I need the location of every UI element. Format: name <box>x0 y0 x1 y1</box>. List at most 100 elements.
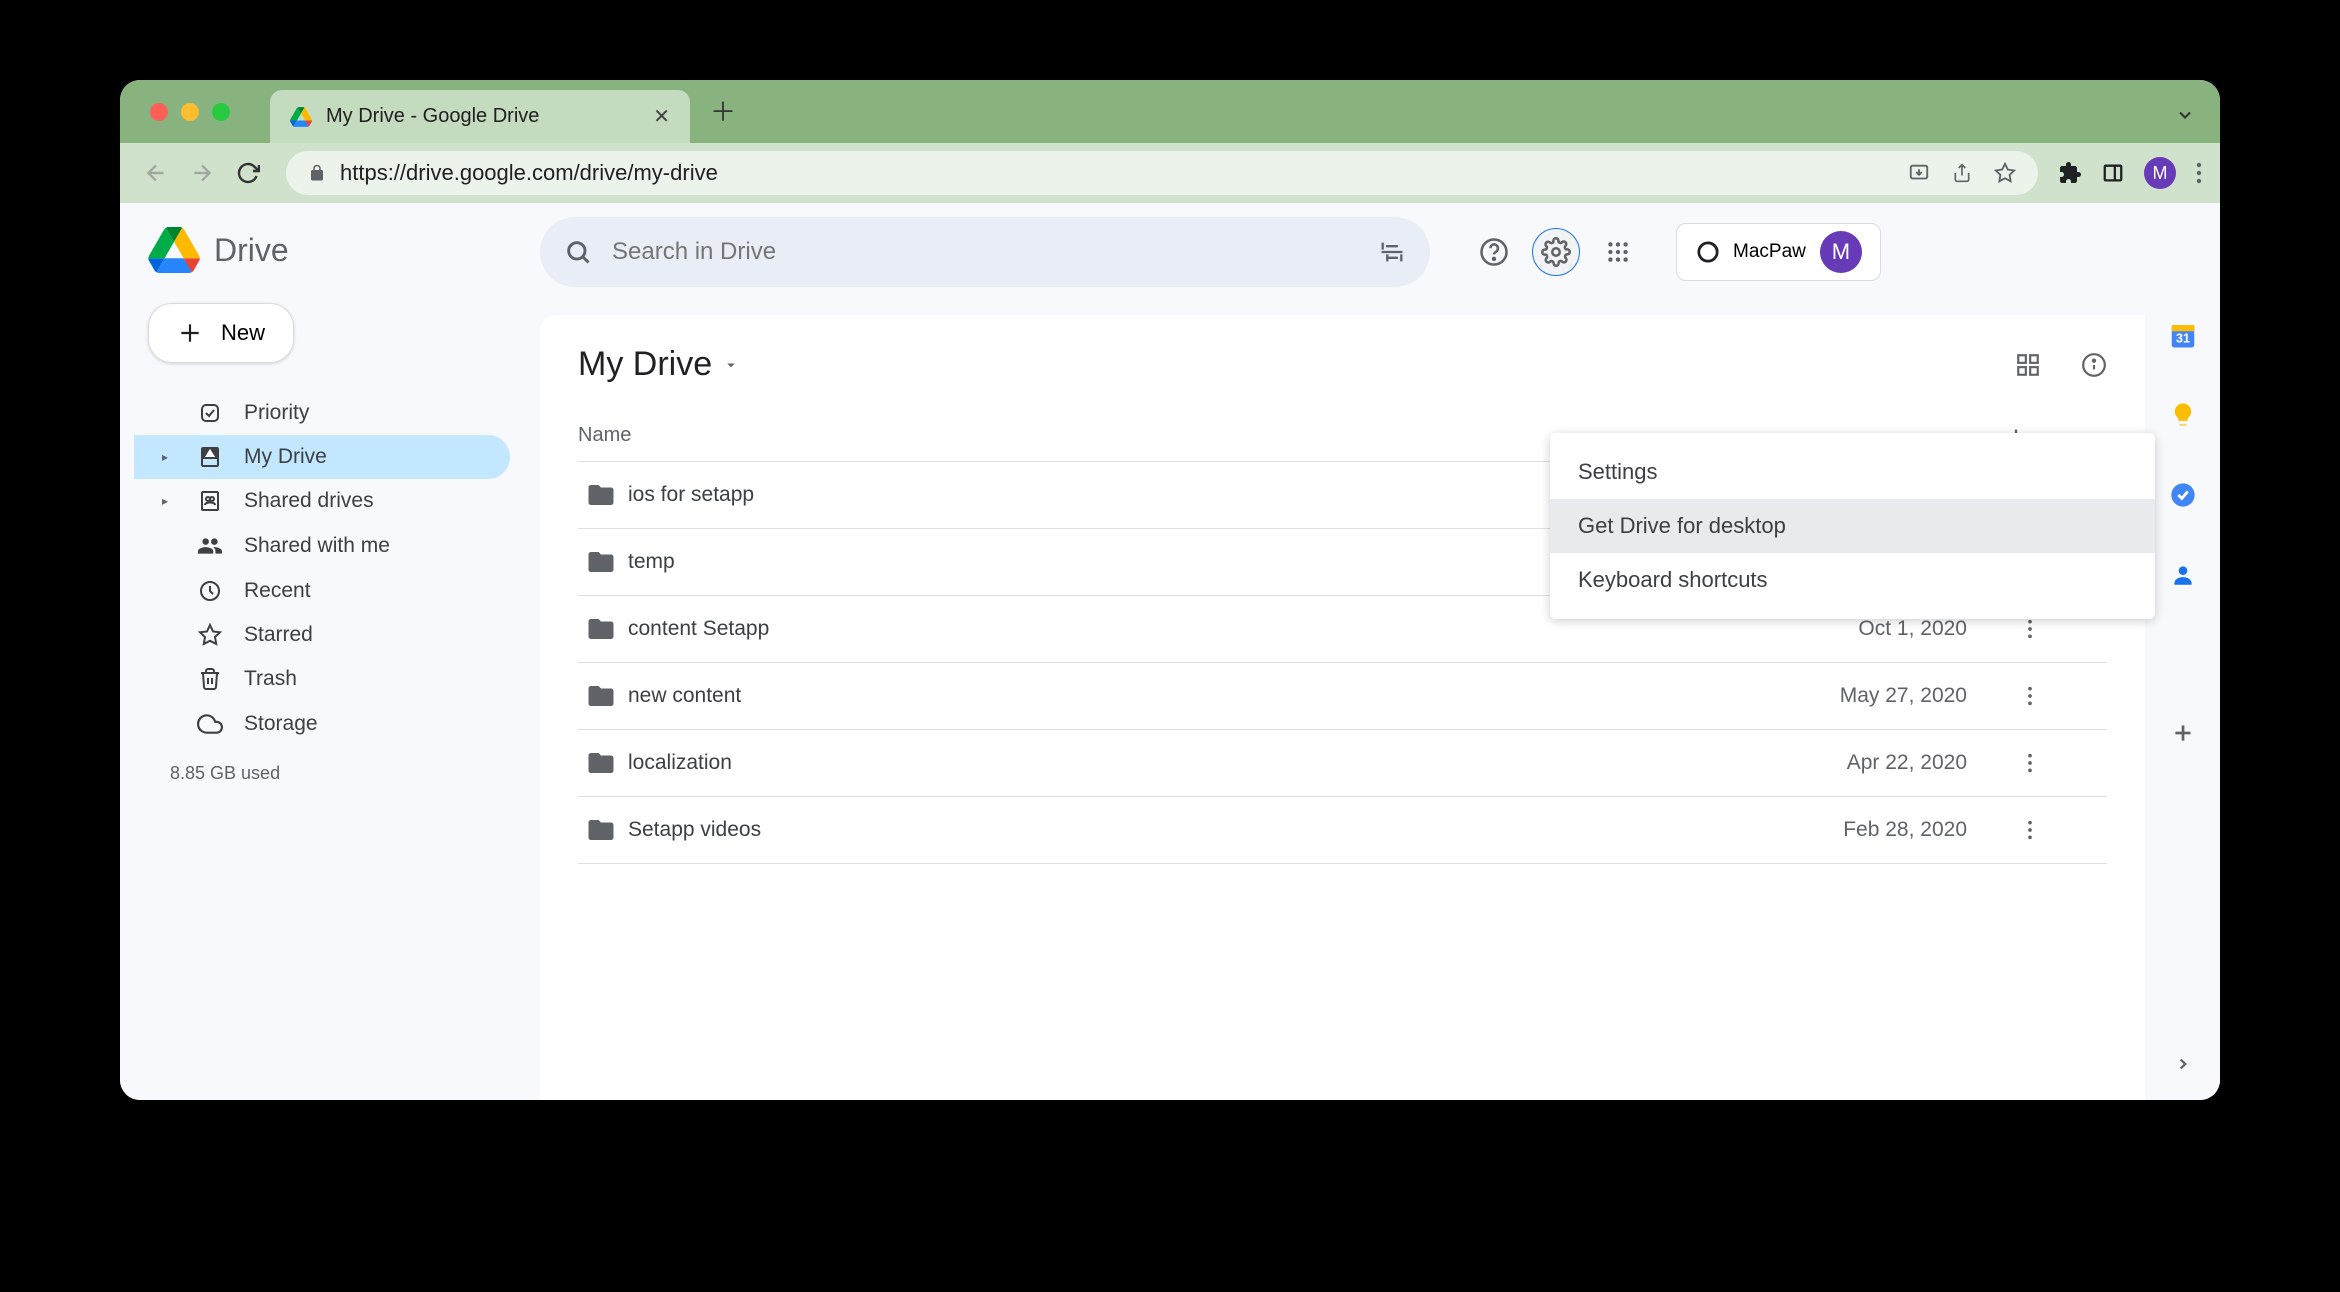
browser-window: My Drive - Google Drive ✕ ＋ https://driv… <box>120 80 2220 1100</box>
file-row[interactable]: localization Apr 22, 2020 <box>578 730 2107 797</box>
dropdown-item-get-drive-desktop[interactable]: Get Drive for desktop <box>1550 499 2155 553</box>
file-name: new content <box>628 684 1727 708</box>
forward-button[interactable] <box>184 155 220 191</box>
file-name: Setapp videos <box>628 818 1727 842</box>
tab-strip: My Drive - Google Drive ✕ ＋ <box>120 80 2220 143</box>
sidebar-item-starred[interactable]: Starred <box>134 613 510 657</box>
search-icon <box>564 238 592 266</box>
organization-chip[interactable]: MacPaw M <box>1676 223 1881 281</box>
support-button[interactable] <box>1470 228 1518 276</box>
bookmark-star-icon[interactable] <box>1994 162 2016 184</box>
file-date: Oct 1, 2020 <box>1727 617 2027 641</box>
breadcrumb-label: My Drive <box>578 345 712 384</box>
dropdown-item-settings[interactable]: Settings <box>1550 445 2155 499</box>
maximize-window-button[interactable] <box>212 103 230 121</box>
storage-used: 8.85 GB used <box>134 747 540 784</box>
file-date: Apr 22, 2020 <box>1727 751 2027 775</box>
browser-menu-icon[interactable] <box>2196 161 2202 185</box>
sidebar-label: Shared with me <box>244 534 390 558</box>
sidebar-label: Shared drives <box>244 489 374 513</box>
back-button[interactable] <box>138 155 174 191</box>
file-row[interactable]: Setapp videos Feb 28, 2020 <box>578 797 2107 864</box>
install-icon[interactable] <box>1908 162 1930 184</box>
add-app-icon[interactable] <box>2167 717 2199 749</box>
drive-logo[interactable]: Drive <box>134 217 540 297</box>
collapse-panel-icon[interactable] <box>2167 1048 2199 1080</box>
sidebar-label: My Drive <box>244 445 327 469</box>
close-tab-icon[interactable]: ✕ <box>653 104 670 129</box>
shared-drives-icon <box>196 489 224 513</box>
calendar-app-icon[interactable]: 31 <box>2167 319 2199 351</box>
sidebar-item-my-drive[interactable]: ▸ My Drive <box>134 435 510 479</box>
dropdown-item-keyboard-shortcuts[interactable]: Keyboard shortcuts <box>1550 553 2155 607</box>
breadcrumb[interactable]: My Drive <box>578 345 740 384</box>
file-name: content Setapp <box>628 617 1727 641</box>
tab-overflow-button[interactable] <box>2175 105 2195 125</box>
new-button-label: New <box>221 320 265 346</box>
window-controls <box>140 103 270 143</box>
settings-dropdown: Settings Get Drive for desktop Keyboard … <box>1550 433 2155 619</box>
file-row[interactable]: new content May 27, 2020 <box>578 663 2107 730</box>
apps-button[interactable] <box>1594 228 1642 276</box>
grid-view-button[interactable] <box>2015 352 2041 378</box>
main-panel: My Drive Name <box>540 315 2145 1100</box>
svg-text:31: 31 <box>2176 332 2190 346</box>
sidebar-item-shared-drives[interactable]: ▸ Shared drives <box>134 479 510 523</box>
settings-button[interactable] <box>1532 228 1580 276</box>
browser-tab[interactable]: My Drive - Google Drive ✕ <box>270 90 690 143</box>
sidebar-label: Priority <box>244 401 309 425</box>
trash-icon <box>196 667 224 691</box>
org-name: MacPaw <box>1733 241 1806 263</box>
close-window-button[interactable] <box>150 103 168 121</box>
file-actions-button[interactable] <box>2027 618 2107 640</box>
drive-favicon <box>290 107 312 127</box>
sidepanel-icon[interactable] <box>2102 162 2124 184</box>
expand-icon[interactable]: ▸ <box>162 450 176 464</box>
sidebar-item-shared-with-me[interactable]: Shared with me <box>134 523 510 569</box>
address-bar: https://drive.google.com/drive/my-drive … <box>120 143 2220 203</box>
starred-icon <box>196 623 224 647</box>
file-actions-button[interactable] <box>2027 752 2107 774</box>
sidebar-item-recent[interactable]: Recent <box>134 569 510 613</box>
extensions-icon[interactable] <box>2058 161 2082 185</box>
file-actions-button[interactable] <box>2027 685 2107 707</box>
org-logo-icon <box>1697 241 1719 263</box>
sidebar-item-priority[interactable]: Priority <box>134 391 510 435</box>
search-input[interactable] <box>612 238 1358 266</box>
expand-icon[interactable]: ▸ <box>162 494 176 508</box>
contacts-app-icon[interactable] <box>2167 559 2199 591</box>
folder-icon <box>578 547 628 577</box>
url-text: https://drive.google.com/drive/my-drive <box>340 160 718 186</box>
shared-with-me-icon <box>196 533 224 559</box>
sidebar-label: Trash <box>244 667 297 691</box>
file-name: localization <box>628 751 1727 775</box>
sidebar-label: Starred <box>244 623 313 647</box>
tasks-app-icon[interactable] <box>2167 479 2199 511</box>
folder-icon <box>578 815 628 845</box>
recent-icon <box>196 579 224 603</box>
file-actions-button[interactable] <box>2027 819 2107 841</box>
search-box[interactable] <box>540 217 1430 287</box>
minimize-window-button[interactable] <box>181 103 199 121</box>
my-drive-icon <box>196 445 224 469</box>
share-icon[interactable] <box>1952 162 1972 184</box>
browser-profile-avatar[interactable]: M <box>2144 157 2176 189</box>
new-button[interactable]: New <box>148 303 294 363</box>
keep-app-icon[interactable] <box>2167 399 2199 431</box>
tab-title: My Drive - Google Drive <box>326 105 639 128</box>
folder-icon <box>578 480 628 510</box>
reload-button[interactable] <box>230 155 266 191</box>
new-tab-button[interactable]: ＋ <box>710 92 736 129</box>
sidebar-label: Storage <box>244 712 318 736</box>
sidebar-item-storage[interactable]: Storage <box>134 701 510 747</box>
account-avatar[interactable]: M <box>1820 231 1862 273</box>
folder-icon <box>578 614 628 644</box>
drive-app: Drive New Priority ▸ My Drive ▸ <box>120 203 2220 1100</box>
search-options-icon[interactable] <box>1378 238 1406 266</box>
file-date: Feb 28, 2020 <box>1727 818 2027 842</box>
storage-icon <box>196 711 224 737</box>
sidebar-label: Recent <box>244 579 311 603</box>
details-button[interactable] <box>2081 352 2107 378</box>
sidebar-item-trash[interactable]: Trash <box>134 657 510 701</box>
url-box[interactable]: https://drive.google.com/drive/my-drive <box>286 151 2038 195</box>
